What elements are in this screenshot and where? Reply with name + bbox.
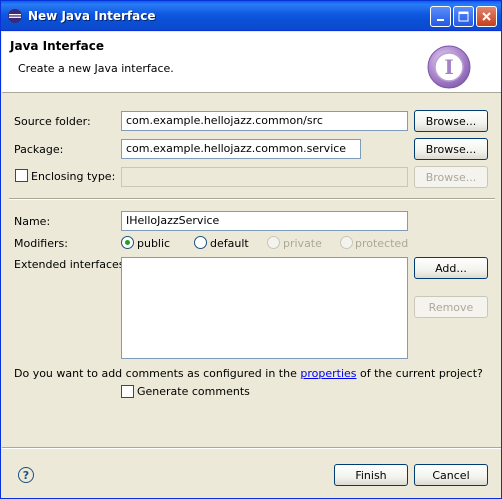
page-title: Java Interface xyxy=(10,39,105,53)
enclosing-type-browse-button: Browse... xyxy=(414,166,488,188)
dialog-window: New Java Interface Java Interface Create… xyxy=(0,0,502,499)
page-description: Create a new Java interface. xyxy=(18,62,174,75)
close-button[interactable] xyxy=(476,6,497,27)
modifier-public-radio[interactable] xyxy=(121,236,134,249)
interface-wizard-icon: I xyxy=(427,45,471,89)
cancel-button[interactable]: Cancel xyxy=(414,464,488,486)
title-bar[interactable]: New Java Interface xyxy=(1,1,501,31)
package-label: Package: xyxy=(14,143,64,156)
comments-question-end: of the current project? xyxy=(356,367,483,380)
enclosing-type-label: Enclosing type: xyxy=(31,170,116,183)
package-field[interactable]: com.example.hellojazz.common.service xyxy=(121,139,361,159)
source-folder-field[interactable]: com.example.hellojazz.common/src xyxy=(121,111,408,131)
maximize-button[interactable] xyxy=(453,6,474,27)
badge-letter: I xyxy=(444,55,453,79)
extended-interfaces-label: Extended interfaces: xyxy=(14,258,129,271)
modifier-default-radio[interactable] xyxy=(194,236,207,249)
comments-question: Do you want to add comments as configure… xyxy=(14,367,483,380)
enclosing-type-field xyxy=(121,167,408,187)
modifier-private-radio xyxy=(267,236,280,249)
minimize-button[interactable] xyxy=(430,6,451,27)
remove-interface-button: Remove xyxy=(414,296,488,318)
separator xyxy=(9,198,495,200)
modifier-protected-label: protected xyxy=(355,237,409,250)
comments-question-start: Do you want to add comments as configure… xyxy=(14,367,301,380)
wizard-banner: Java Interface Create a new Java interfa… xyxy=(2,32,501,93)
modifiers-label: Modifiers: xyxy=(14,237,68,250)
modifier-private-label: private xyxy=(283,237,322,250)
properties-link[interactable]: properties xyxy=(300,367,356,380)
help-icon[interactable]: ? xyxy=(18,467,34,483)
package-browse-button[interactable]: Browse... xyxy=(414,138,488,160)
name-field[interactable]: IHelloJazzService xyxy=(121,211,408,231)
close-icon xyxy=(482,12,491,21)
footer-separator xyxy=(2,447,501,449)
source-folder-browse-button[interactable]: Browse... xyxy=(414,110,488,132)
add-interface-button[interactable]: Add... xyxy=(414,257,488,279)
enclosing-type-checkbox[interactable] xyxy=(15,169,28,182)
window-title: New Java Interface xyxy=(28,9,156,23)
eclipse-icon xyxy=(8,9,22,23)
name-label: Name: xyxy=(14,215,51,228)
finish-button[interactable]: Finish xyxy=(334,464,408,486)
extended-interfaces-list[interactable] xyxy=(121,257,408,359)
minimize-icon xyxy=(436,18,444,21)
generate-comments-checkbox[interactable] xyxy=(121,385,134,398)
modifier-protected-radio xyxy=(340,236,353,249)
source-folder-label: Source folder: xyxy=(14,115,91,128)
modifier-default-label: default xyxy=(210,237,249,250)
maximize-icon xyxy=(458,11,469,22)
modifier-public-label: public xyxy=(137,237,171,250)
generate-comments-label: Generate comments xyxy=(137,385,250,398)
